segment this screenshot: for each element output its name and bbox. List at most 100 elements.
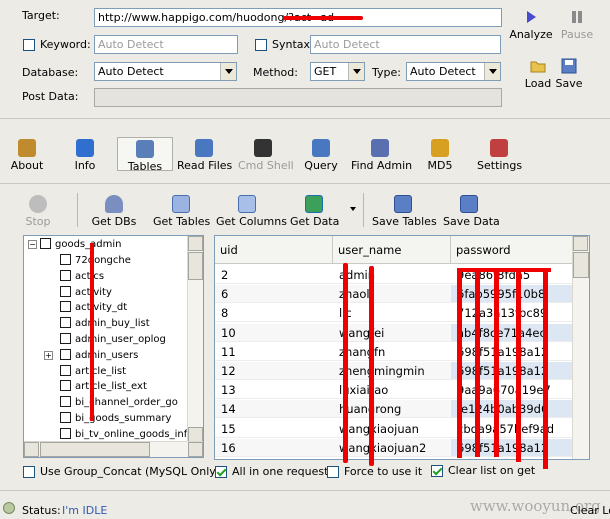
- analyze-button[interactable]: Analyze: [509, 10, 553, 41]
- get-data-button[interactable]: Get Data: [290, 195, 339, 228]
- table-tree[interactable]: − goods_admin 72dongche acticsactivity acti…: [23, 235, 204, 458]
- grid-cell-user-name[interactable]: luxiaitao: [333, 381, 451, 400]
- grid-cell-user-name[interactable]: zhangfn: [333, 342, 451, 361]
- tree-item[interactable]: actics: [60, 269, 104, 284]
- grid-cell-password[interactable]: cbda9a57bef9ad: [451, 419, 574, 438]
- nav-tables-button[interactable]: Tables: [117, 137, 173, 173]
- grid-cell-password[interactable]: 6fab5995f10b8: [451, 285, 574, 304]
- save-tables-button[interactable]: Save Tables: [372, 195, 437, 228]
- tree-checkbox[interactable]: [60, 285, 71, 297]
- grid-cell-uid[interactable]: 15: [215, 419, 333, 438]
- keyword-input[interactable]: Auto Detect: [94, 35, 238, 54]
- load-button[interactable]: Load: [520, 58, 556, 90]
- clear-log-link[interactable]: Clear Log: [570, 504, 610, 517]
- nav-settings-button[interactable]: Settings: [477, 139, 522, 172]
- grid-cell-uid[interactable]: 12: [215, 362, 333, 380]
- keyword-checkbox[interactable]: [23, 39, 35, 51]
- nav-find-admin-button[interactable]: Find Admin: [351, 139, 412, 172]
- scroll-left-icon[interactable]: [24, 442, 39, 457]
- grid-cell-password[interactable]: ab4f8ce71a4ec: [451, 323, 574, 342]
- grid-cell-uid[interactable]: 11: [215, 342, 333, 361]
- grid-cell-uid[interactable]: 14: [215, 400, 333, 419]
- grid-cell-user-name[interactable]: admin: [333, 266, 451, 284]
- chevron-down-icon[interactable]: [350, 207, 356, 211]
- grid-cell-user-name[interactable]: wangfei: [333, 323, 451, 342]
- scroll-down-icon[interactable]: [188, 427, 203, 442]
- syntax-input[interactable]: Auto Detect: [310, 35, 501, 54]
- pause-button[interactable]: Pause: [557, 10, 597, 41]
- tree-item[interactable]: activity: [60, 285, 112, 300]
- grid-cell-password[interactable]: 698f51a198a12: [451, 362, 574, 380]
- get-columns-button[interactable]: Get Columns: [216, 195, 287, 228]
- tree-root[interactable]: − goods_admin: [28, 237, 121, 252]
- grid-cell-uid[interactable]: 6: [215, 285, 333, 304]
- force-checkbox[interactable]: [327, 466, 339, 478]
- grid-cell-password[interactable]: 9aa9a670a19e7: [451, 381, 574, 400]
- tree-checkbox[interactable]: [60, 317, 71, 329]
- tree-vertical-scrollbar[interactable]: [187, 236, 203, 442]
- post-data-input[interactable]: [94, 88, 502, 107]
- tree-item[interactable]: + admin_users: [44, 348, 138, 363]
- collapse-icon[interactable]: −: [28, 240, 37, 249]
- tree-item[interactable]: bi_channel_order_go: [60, 395, 178, 410]
- clear-list-checkbox[interactable]: [431, 465, 443, 477]
- nav-info-button[interactable]: Info: [70, 139, 100, 172]
- tree-checkbox[interactable]: [60, 412, 71, 423]
- grid-cell-password[interactable]: 698f51a198a12: [451, 342, 574, 361]
- scroll-thumb[interactable]: [573, 252, 589, 278]
- nav-read-files-button[interactable]: Read Files: [177, 139, 232, 172]
- grid-cell-user-name[interactable]: zhengmingmin: [333, 362, 451, 380]
- all-in-one-checkbox[interactable]: [215, 466, 227, 478]
- grid-cell-password[interactable]: 712a3a13fbc89: [451, 304, 574, 323]
- grid-cell-user-name[interactable]: zhaoli: [333, 285, 451, 304]
- tree-item[interactable]: admin_user_oplog: [60, 332, 166, 347]
- grid-cell-user-name[interactable]: huangrong: [333, 400, 451, 419]
- grid-cell-uid[interactable]: 16: [215, 438, 333, 457]
- scroll-up-icon[interactable]: [573, 236, 588, 251]
- tree-checkbox[interactable]: [60, 254, 71, 265]
- scroll-up-icon[interactable]: [188, 236, 203, 251]
- tree-checkbox[interactable]: [60, 364, 71, 376]
- chevron-down-icon[interactable]: [220, 63, 236, 80]
- tree-item[interactable]: admin_buy_list: [60, 316, 150, 331]
- nav-query-button[interactable]: Query: [304, 139, 338, 172]
- group-concat-checkbox[interactable]: [23, 466, 35, 478]
- chevron-down-icon[interactable]: [348, 63, 364, 80]
- scroll-thumb[interactable]: [188, 252, 203, 280]
- grid-cell-user-name[interactable]: wangxiaojuan2: [333, 438, 451, 457]
- grid-cell-user-name[interactable]: lic: [333, 304, 451, 323]
- expand-icon[interactable]: +: [44, 350, 53, 360]
- tree-checkbox[interactable]: [60, 301, 71, 313]
- database-select[interactable]: Auto Detect: [94, 62, 237, 81]
- scroll-right-icon[interactable]: [188, 442, 203, 457]
- tree-checkbox[interactable]: [60, 269, 71, 281]
- tree-checkbox[interactable]: [60, 396, 71, 408]
- tree-item[interactable]: article_list_ext: [60, 379, 147, 394]
- type-select[interactable]: Auto Detect: [406, 62, 501, 81]
- column-header-user-name[interactable]: user_name: [333, 236, 451, 264]
- grid-cell-uid[interactable]: 13: [215, 381, 333, 400]
- tree-checkbox[interactable]: [60, 348, 71, 360]
- save-button[interactable]: Save: [553, 58, 585, 90]
- save-data-button[interactable]: Save Data: [443, 195, 500, 228]
- tree-checkbox[interactable]: [60, 380, 71, 392]
- get-dbs-button[interactable]: Get DBs: [90, 195, 138, 228]
- tree-checkbox[interactable]: [60, 333, 71, 344]
- tree-item[interactable]: bi_goods_summary: [60, 411, 171, 426]
- scroll-thumb[interactable]: [40, 442, 150, 457]
- chevron-down-icon[interactable]: [484, 63, 500, 80]
- tree-checkbox[interactable]: [40, 238, 51, 249]
- grid-cell-password[interactable]: fe124b0ab39d6: [451, 400, 574, 419]
- grid-cell-uid[interactable]: 8: [215, 304, 333, 323]
- nav-about-button[interactable]: About: [10, 139, 44, 172]
- grid-cell-uid[interactable]: 2: [215, 266, 333, 284]
- grid-cell-uid[interactable]: 10: [215, 323, 333, 342]
- syntax-checkbox[interactable]: [255, 39, 267, 51]
- get-tables-button[interactable]: Get Tables: [153, 195, 210, 228]
- grid-cell-user-name[interactable]: wangxiaojuan: [333, 419, 451, 438]
- column-header-password[interactable]: password: [451, 236, 574, 264]
- nav-cmd-shell-button[interactable]: Cmd Shell: [238, 139, 294, 172]
- tree-horizontal-scrollbar[interactable]: [24, 441, 203, 457]
- tree-item[interactable]: bi_tv_online_goods_info: [60, 427, 193, 442]
- grid-vertical-scrollbar[interactable]: [572, 236, 589, 459]
